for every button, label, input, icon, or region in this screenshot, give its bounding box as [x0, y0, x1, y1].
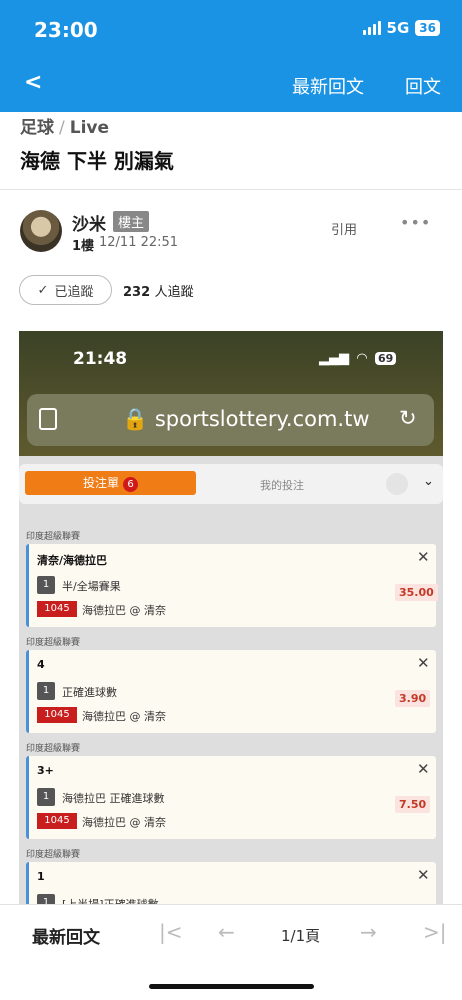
follow-count-number: 232: [123, 285, 151, 300]
embedded-betslip-tab: 投注單 6: [25, 471, 196, 495]
more-icon[interactable]: •••: [400, 213, 431, 232]
chevron-left-icon[interactable]: <: [24, 70, 42, 95]
breadcrumb: 足球 / Live: [20, 113, 109, 138]
previous-page-icon[interactable]: ←: [218, 920, 235, 944]
embedded-reload-icon: ↻: [399, 406, 417, 430]
bet-num: 1: [37, 682, 55, 700]
quote-button[interactable]: 引用: [331, 219, 357, 238]
checkmark-icon: ✓: [37, 282, 49, 298]
status-time: 23:00: [34, 18, 98, 42]
embedded-toggle-icon: [386, 473, 408, 495]
embedded-betslip-count: 6: [123, 477, 138, 492]
breadcrumb-sub[interactable]: Live: [70, 118, 109, 138]
latest-replies-link[interactable]: 最新回文: [292, 73, 364, 99]
follow-count-unit: 人追蹤: [154, 285, 194, 300]
bet-pick: 3+: [37, 764, 54, 777]
embedded-league: 印度超級聯賽: [26, 850, 81, 860]
breadcrumb-separator: /: [59, 118, 65, 138]
breadcrumb-category[interactable]: 足球: [20, 118, 54, 138]
bet-odds: 3.90: [395, 690, 431, 707]
embedded-league: 印度超級聯賽: [26, 532, 81, 542]
embedded-bet-card: 3+ ✕ 1 海德拉巴 正確進球數 1045 海德拉巴 @ 清奈 7.50: [26, 756, 436, 839]
follow-button[interactable]: ✓ 已追蹤: [19, 275, 112, 305]
bet-match: 海德拉巴 @ 清奈: [82, 816, 166, 829]
embedded-betslip-label: 投注單: [82, 476, 119, 490]
status-indicators: 5G 36: [362, 19, 440, 37]
embedded-league: 印度超級聯賽: [26, 744, 81, 754]
last-page-icon[interactable]: >|: [423, 920, 447, 944]
bet-num: 1: [37, 788, 55, 806]
embedded-tabs-icon: [39, 408, 57, 430]
network-label: 5G: [386, 19, 410, 37]
status-bar: 23:00 5G 36: [0, 0, 462, 56]
embedded-status-indicators: ▂▄▆ ◠ 69: [319, 351, 397, 366]
post-image[interactable]: 21:48 ▂▄▆ ◠ 69 🔒 sportslottery.com.tw ↻ …: [19, 331, 443, 906]
next-page-icon[interactable]: →: [360, 920, 377, 944]
embedded-my-bets-tab: 我的投注: [260, 479, 304, 492]
close-icon: ✕: [417, 548, 430, 566]
bet-pick: 4: [37, 658, 45, 671]
embedded-bet-card: 4 ✕ 1 正確進球數 1045 海德拉巴 @ 清奈 3.90: [26, 650, 436, 733]
page-title: 海德 下半 別漏氣: [20, 149, 174, 173]
embedded-league: 印度超級聯賽: [26, 638, 81, 648]
close-icon: ✕: [417, 654, 430, 672]
host-badge: 樓主: [113, 211, 150, 232]
reply-link[interactable]: 回文: [405, 73, 441, 99]
signal-icon: [362, 21, 381, 35]
bet-num: 1: [37, 576, 55, 594]
bet-pick: 清奈/海德拉巴: [37, 554, 108, 567]
bet-code: 1045: [37, 707, 77, 723]
bet-match: 海德拉巴 @ 清奈: [82, 710, 166, 723]
nav-bar: < 最新回文 回文: [0, 56, 462, 112]
bet-market: 半/全場賽果: [62, 580, 121, 593]
page-indicator[interactable]: 1/1頁: [281, 925, 320, 946]
embedded-signal-icon: ▂▄▆: [319, 351, 349, 366]
embedded-wifi-icon: ◠: [357, 351, 367, 366]
bet-market: 海德拉巴 正確進球數: [62, 792, 165, 805]
bet-code: 1045: [37, 601, 77, 617]
latest-replies-button[interactable]: 最新回文: [32, 923, 100, 948]
post-datetime: 12/11 22:51: [99, 235, 179, 250]
follow-count: 232 人追蹤: [123, 281, 194, 300]
bet-market: 正確進球數: [62, 686, 117, 699]
embedded-url: 🔒 sportslottery.com.tw: [122, 407, 370, 431]
home-indicator: [149, 984, 314, 989]
embedded-time: 21:48: [73, 349, 128, 369]
embedded-battery-icon: 69: [375, 352, 397, 365]
bet-odds: 35.00: [395, 584, 438, 601]
floor-number: 1樓: [72, 239, 95, 254]
first-page-icon[interactable]: |<: [159, 920, 183, 944]
avatar[interactable]: [20, 210, 62, 252]
embedded-url-bar: 🔒 sportslottery.com.tw ↻: [27, 394, 434, 446]
bet-odds: 7.50: [395, 796, 431, 813]
close-icon: ✕: [417, 760, 430, 778]
embedded-chevron-down-icon: ⌄: [423, 474, 434, 489]
close-icon: ✕: [417, 866, 430, 884]
bet-pick: 1: [37, 870, 45, 883]
bet-match: 海德拉巴 @ 清奈: [82, 604, 166, 617]
embedded-url-text: sportslottery.com.tw: [154, 407, 370, 431]
battery-icon: 36: [415, 20, 440, 36]
bet-code: 1045: [37, 813, 77, 829]
embedded-bet-card: 清奈/海德拉巴 ✕ 1 半/全場賽果 1045 海德拉巴 @ 清奈 35.00: [26, 544, 438, 627]
divider: [0, 189, 462, 190]
author-name[interactable]: 沙米: [72, 210, 106, 235]
embedded-bet-card: 1 ✕ 1 [上半場]正確進球數: [26, 862, 436, 906]
follow-label: 已追蹤: [54, 284, 94, 300]
